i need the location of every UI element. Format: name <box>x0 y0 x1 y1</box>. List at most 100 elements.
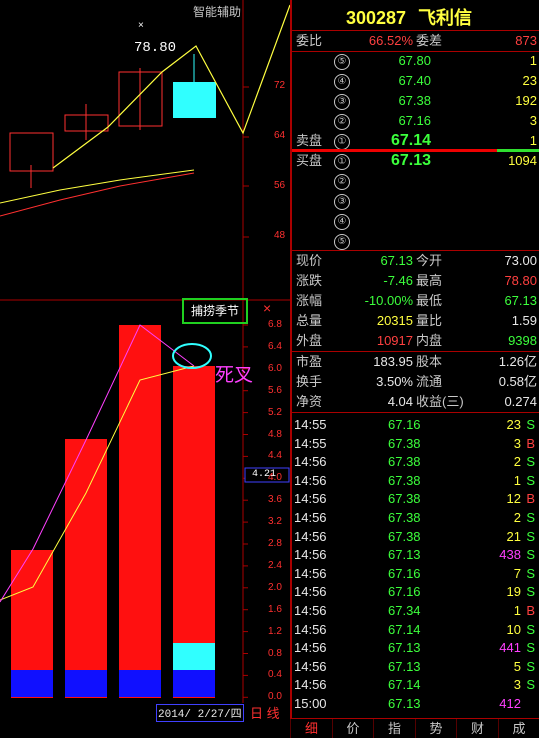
tick-price: 67.13 <box>388 545 421 564</box>
tick-time: 14:56 <box>294 527 327 546</box>
tick-price: 67.13 <box>388 657 421 676</box>
tick-side: S <box>526 675 535 694</box>
buy-level-row[interactable]: ② <box>292 171 539 191</box>
lower-axis-label: 4.8 <box>268 429 282 440</box>
tick-price: 67.38 <box>388 452 421 471</box>
tab-1[interactable]: 价 <box>332 719 374 738</box>
chart-bottom-bar: 2014/ 2/27/四 日 线 <box>0 703 290 737</box>
tick-side: S <box>526 452 535 471</box>
stock-chart-area[interactable]: 智能辅助 × 78.80 72645648 捕捞季节 × 死叉 6.86.46.… <box>0 0 290 718</box>
sell-level-row[interactable]: ②67.163 <box>292 111 539 131</box>
fundamental-label: 市盈 <box>296 352 322 372</box>
lower-axis-label: 5.6 <box>268 385 282 396</box>
bar-2-blue <box>65 670 107 697</box>
tick-row[interactable]: 14:5667.381S <box>292 471 539 490</box>
tick-row[interactable]: 14:5667.3821S <box>292 527 539 546</box>
tick-row[interactable]: 14:5667.382S <box>292 508 539 527</box>
tick-side: S <box>526 527 535 546</box>
buy-level-row[interactable]: ④ <box>292 211 539 231</box>
tick-price: 67.38 <box>388 434 421 453</box>
quote-label-2: 今开 <box>416 251 442 271</box>
tab-4[interactable]: 财 <box>456 719 498 738</box>
lower-axis-label: 1.2 <box>268 626 282 637</box>
tick-time: 14:56 <box>294 545 327 564</box>
tick-row[interactable]: 14:5667.1410S <box>292 620 539 639</box>
tick-time: 14:56 <box>294 452 327 471</box>
tick-side: S <box>526 638 535 657</box>
level-volume: 1 <box>530 51 537 71</box>
tick-row[interactable]: 14:56 67.13 438 S <box>292 545 539 564</box>
tick-time: 14:55 <box>294 415 327 434</box>
tick-side: S <box>526 545 535 564</box>
tick-time: 15:00 <box>294 694 327 713</box>
tick-row[interactable]: 14:5667.135S <box>292 657 539 676</box>
stock-name: 飞利信 <box>418 5 472 31</box>
period-label[interactable]: 日 线 <box>250 703 280 722</box>
tick-volume: 441 <box>499 638 521 657</box>
buy-level-row[interactable]: ⑤ <box>292 231 539 251</box>
tick-price: 67.13 <box>388 694 421 713</box>
panel-tabs: 细价指势财成 <box>290 718 539 738</box>
tick-price: 67.13 <box>388 638 421 657</box>
tick-row[interactable]: 14:56 67.13 441 S <box>292 638 539 657</box>
quote-row: 涨幅-10.00%最低67.13 <box>292 291 539 311</box>
tick-row[interactable]: 15:0067.13412 <box>292 694 539 713</box>
fundamental-label-2: 收益(三) <box>416 392 464 412</box>
tab-5[interactable]: 成 <box>498 719 539 738</box>
fundamental-value-2: 0.274 <box>504 392 537 412</box>
lower-axis-label: 0.4 <box>268 669 282 680</box>
tick-row[interactable]: 14:5667.3812B <box>292 489 539 508</box>
tick-time: 14:56 <box>294 675 327 694</box>
tick-volume: 1 <box>514 471 521 490</box>
buy-level-row[interactable]: 买盘①67.131094 <box>292 151 539 171</box>
tick-time: 14:55 <box>294 434 327 453</box>
quote-value-2: 73.00 <box>504 251 537 271</box>
lower-axis-label: 3.2 <box>268 516 282 527</box>
tick-volume: 3 <box>514 675 521 694</box>
buy-level-row[interactable]: ③ <box>292 191 539 211</box>
lower-axis-label: 4.4 <box>268 450 282 461</box>
level-volume: 1094 <box>508 151 537 171</box>
quote-row: 总量20315量比1.59 <box>292 311 539 331</box>
tick-volume: 2 <box>514 508 521 527</box>
tab-3[interactable]: 势 <box>415 719 457 738</box>
tick-row[interactable]: 14:5567.1623S <box>292 415 539 434</box>
tick-row[interactable]: 14:5667.341B <box>292 601 539 620</box>
sell-level-row[interactable]: ⑤67.801 <box>292 51 539 71</box>
tick-row[interactable]: 14:5667.382S <box>292 452 539 471</box>
level-number: ③ <box>334 94 350 110</box>
tick-side: S <box>526 564 535 583</box>
tick-price: 67.16 <box>388 564 421 583</box>
tab-2[interactable]: 指 <box>373 719 415 738</box>
sell-level-row[interactable]: ③67.38192 <box>292 91 539 111</box>
tick-row[interactable]: 14:5667.143S <box>292 675 539 694</box>
fundamental-row: 换手3.50%流通0.58亿 <box>292 372 539 392</box>
tick-row[interactable]: 14:5667.1619S <box>292 582 539 601</box>
tick-time: 14:56 <box>294 582 327 601</box>
sell-level-row[interactable]: 卖盘①67.141 <box>292 131 539 151</box>
quote-value-2: 1.59 <box>512 311 537 331</box>
tick-time: 14:56 <box>294 638 327 657</box>
sell-level-row[interactable]: ④67.4023 <box>292 71 539 91</box>
level-number: ② <box>334 114 350 130</box>
tick-volume: 438 <box>499 545 521 564</box>
chart-svg <box>0 0 290 718</box>
tick-side: S <box>526 508 535 527</box>
high-x-marker: × <box>138 20 144 31</box>
lower-button-frame[interactable]: 捕捞季节 <box>182 298 248 324</box>
close-icon[interactable]: × <box>263 300 271 316</box>
weibi-label: 委比 <box>296 31 322 51</box>
weibi-row: 委比 66.52% 委差 873 <box>292 31 539 51</box>
lower-indicator-button[interactable]: 捕捞季节 <box>184 300 246 322</box>
tick-side: S <box>526 620 535 639</box>
bar-4-cyan <box>173 643 215 670</box>
tick-row[interactable]: 14:5667.167S <box>292 564 539 583</box>
tick-row[interactable]: 14:5567.383B <box>292 434 539 453</box>
tick-price: 67.38 <box>388 471 421 490</box>
quote-value-2: 9398 <box>508 331 537 351</box>
indicator-label[interactable]: 智能辅助 <box>193 3 241 20</box>
quote-value: -7.46 <box>383 271 413 291</box>
quote-value: -10.00% <box>365 291 413 311</box>
tick-time: 14:56 <box>294 601 327 620</box>
tab-0[interactable]: 细 <box>290 719 332 738</box>
